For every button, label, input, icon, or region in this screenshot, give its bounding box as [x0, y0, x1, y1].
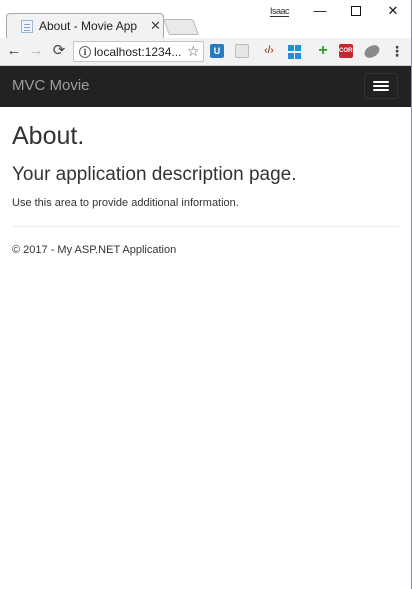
brand-link[interactable]: MVC Movie [12, 77, 90, 94]
close-window-button[interactable]: ✕ [378, 2, 408, 20]
cors-icon[interactable]: CORS [339, 44, 356, 58]
new-tab-button[interactable] [163, 19, 199, 35]
browser-window: About - Movie App ✕ Isaac — ✕ ← → ⟳ i lo… [0, 0, 412, 589]
back-icon[interactable]: ← [5, 42, 23, 60]
bitwarden-icon[interactable]: U [210, 44, 224, 58]
address-bar[interactable]: i localhost:1234... ☆ [73, 41, 204, 62]
page-title: About. [12, 122, 85, 150]
main-content: About. Your application description page… [12, 107, 400, 257]
reload-icon[interactable]: ⟳ [50, 42, 68, 60]
hamburger-icon [373, 81, 389, 83]
hamburger-icon [373, 89, 389, 91]
plus-icon[interactable]: + [316, 43, 330, 59]
page-icon [21, 20, 33, 33]
minimize-button[interactable]: — [305, 2, 335, 20]
tab-title: About - Movie App [39, 19, 138, 33]
maximize-icon [351, 6, 361, 16]
maximize-button[interactable] [341, 2, 371, 20]
url-text[interactable]: localhost:1234... [94, 45, 184, 59]
page-description: Use this area to provide additional info… [12, 197, 239, 209]
navbar-toggle-button[interactable] [364, 73, 398, 99]
app-navbar: MVC Movie [0, 66, 411, 107]
divider [12, 226, 400, 227]
forward-icon[interactable]: → [27, 42, 45, 60]
hamburger-icon [373, 85, 389, 87]
tab-close-icon[interactable]: ✕ [150, 18, 161, 34]
info-icon[interactable]: i [79, 46, 91, 58]
windows-icon[interactable] [287, 44, 303, 60]
browser-tab[interactable]: About - Movie App ✕ [6, 13, 164, 39]
bookmark-star-icon[interactable]: ☆ [187, 43, 200, 60]
tab-strip: About - Movie App ✕ Isaac — ✕ [0, 0, 411, 39]
footer-copyright: © 2017 - My ASP.NET Application [12, 244, 177, 256]
browser-menu-icon[interactable]: ⋮ [390, 44, 404, 58]
code-icon[interactable]: ‹/› [262, 44, 276, 58]
profile-label[interactable]: Isaac [270, 6, 290, 17]
page-subtitle: Your application description page. [12, 164, 297, 185]
extension-icon-gray[interactable] [235, 44, 249, 58]
